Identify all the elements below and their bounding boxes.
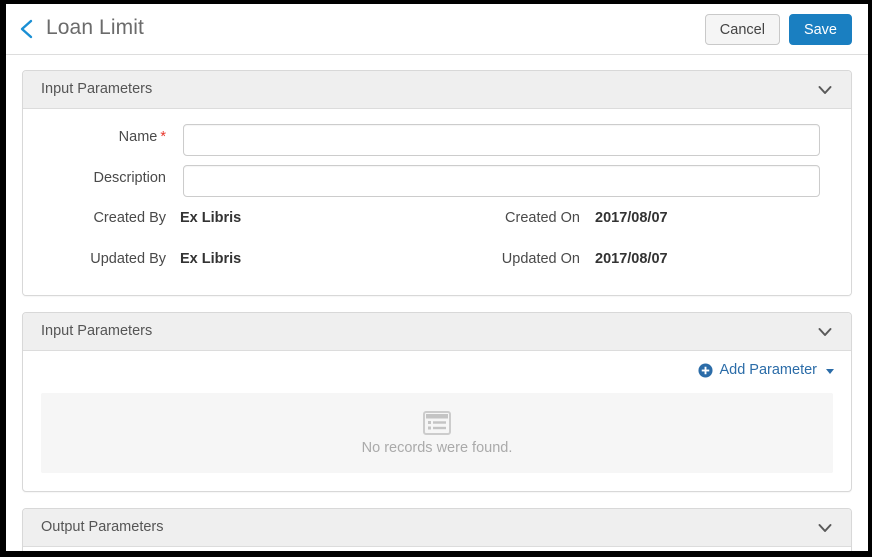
- description-label: Description: [93, 170, 166, 186]
- panel-input-parameters-list: Input Parameters Add Parameter No record…: [22, 312, 852, 492]
- updated-on-value: 2017/08/07: [595, 251, 668, 267]
- panel-header-output-parameters[interactable]: Output Parameters: [23, 509, 851, 547]
- readonly-row-updated: Updated By Ex Libris Updated On 2017/08/…: [23, 242, 851, 283]
- screenshot-frame: Loan Limit Cancel Save Input Parameters …: [0, 0, 872, 557]
- chevron-left-icon[interactable]: [16, 17, 38, 41]
- caret-down-icon: [826, 368, 834, 374]
- panel-input-parameters-details: Input Parameters Name * Description Creat…: [22, 70, 852, 296]
- page-header: Loan Limit Cancel Save: [6, 4, 868, 55]
- form-row-name: Name *: [23, 119, 851, 160]
- add-parameter-label: Add Parameter: [719, 362, 817, 378]
- save-button[interactable]: Save: [788, 14, 852, 45]
- form-row-loan-limit: Loan limit*: [23, 547, 851, 551]
- page-title: Loan Limit: [46, 16, 144, 39]
- plus-circle-icon: [698, 362, 713, 378]
- panel-body-output-parameters: Loan limit*: [23, 547, 851, 551]
- created-by-value: Ex Libris: [180, 210, 242, 226]
- chevron-down-icon[interactable]: [816, 82, 834, 98]
- created-by-label: Created By: [93, 210, 166, 226]
- created-on-value: 2017/08/07: [595, 210, 668, 226]
- cancel-button[interactable]: Cancel: [704, 14, 780, 45]
- panel-body-input-parameters-list: Add Parameter No records were found.: [23, 351, 851, 473]
- chevron-down-icon[interactable]: [816, 520, 834, 536]
- readonly-row-created: Created By Ex Libris Created On 2017/08/…: [23, 201, 851, 242]
- add-parameter-button[interactable]: Add Parameter: [698, 362, 834, 378]
- list-toolbar: Add Parameter: [23, 351, 851, 393]
- panel-title: Input Parameters: [41, 323, 153, 339]
- panel-title: Output Parameters: [41, 519, 164, 535]
- updated-on-label: Updated On: [501, 251, 580, 267]
- chevron-down-icon[interactable]: [816, 324, 834, 340]
- empty-state: No records were found.: [41, 393, 833, 473]
- updated-by-label: Updated By: [90, 251, 166, 267]
- empty-state-text: No records were found.: [361, 439, 513, 456]
- required-marker: *: [160, 129, 166, 145]
- panel-body-input-parameters-details: Name * Description Created By Ex Libris C…: [23, 109, 851, 295]
- list-table-icon: [423, 410, 451, 435]
- updated-by-value: Ex Libris: [180, 251, 242, 267]
- description-input[interactable]: [183, 165, 820, 197]
- name-label: Name *: [118, 129, 166, 145]
- panel-title: Input Parameters: [41, 81, 153, 97]
- name-input[interactable]: [183, 124, 820, 156]
- header-actions: Cancel Save: [704, 14, 852, 45]
- created-on-label: Created On: [505, 210, 580, 226]
- panel-header-input-parameters-details[interactable]: Input Parameters: [23, 71, 851, 109]
- loan-limit-page: Loan Limit Cancel Save Input Parameters …: [6, 4, 868, 551]
- panel-output-parameters: Output Parameters Loan limit*: [22, 508, 852, 551]
- form-row-description: Description: [23, 160, 851, 201]
- panel-header-input-parameters-list[interactable]: Input Parameters: [23, 313, 851, 351]
